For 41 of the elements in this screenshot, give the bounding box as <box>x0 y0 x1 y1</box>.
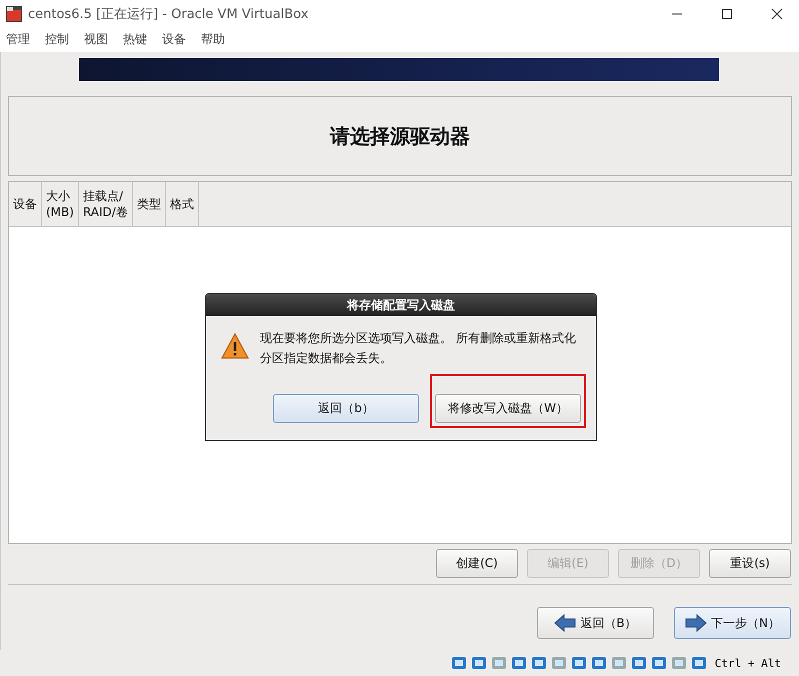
device-icon[interactable] <box>610 655 627 671</box>
back-button[interactable]: 返回（B） <box>537 607 654 639</box>
device-icon[interactable] <box>570 655 587 671</box>
column-header[interactable]: 大小 (MB) <box>42 182 79 226</box>
maximize-icon[interactable] <box>721 8 733 20</box>
host-key: Ctrl + Alt <box>714 656 781 670</box>
menu-item[interactable]: 控制 <box>45 31 69 48</box>
action-button[interactable]: 创建(C) <box>436 549 518 578</box>
menu-item[interactable]: 设备 <box>162 31 186 48</box>
right-arrow-icon <box>685 614 707 632</box>
device-icon[interactable] <box>690 655 707 671</box>
device-icon[interactable] <box>630 655 647 671</box>
dialog-title: 将存储配置写入磁盘 <box>206 294 596 316</box>
warning-icon <box>220 332 250 360</box>
next-button[interactable]: 下一步（N） <box>674 607 791 639</box>
dialog-button[interactable]: 将修改写入磁盘（W） <box>435 394 581 423</box>
menu-item[interactable]: 管理 <box>6 31 30 48</box>
dialog-button[interactable]: 返回（b） <box>273 394 419 423</box>
menu-item[interactable]: 热键 <box>123 31 147 48</box>
column-header[interactable]: 格式 <box>166 182 199 226</box>
app-icon <box>6 6 22 22</box>
close-icon[interactable] <box>771 8 783 20</box>
menu-item[interactable]: 视图 <box>84 31 108 48</box>
action-button[interactable]: 重设(s) <box>709 549 791 578</box>
device-icon[interactable] <box>550 655 567 671</box>
window-title: centos6.5 [正在运行] - Oracle VM VirtualBox <box>28 6 308 22</box>
column-header[interactable]: 设备 <box>9 182 42 226</box>
device-icon[interactable] <box>490 655 507 671</box>
device-icon[interactable] <box>530 655 547 671</box>
column-header[interactable]: 挂载点/ RAID/卷 <box>78 182 133 226</box>
left-arrow-icon <box>554 614 576 632</box>
device-icon[interactable] <box>450 655 467 671</box>
device-icon[interactable] <box>470 655 487 671</box>
column-header[interactable]: 类型 <box>132 182 166 226</box>
dialog-message: 现在要将您所选分区选项写入磁盘。 所有删除或重新格式化分区指定数据都会丢失。 <box>260 330 577 367</box>
device-icon[interactable] <box>670 655 687 671</box>
device-icon[interactable] <box>650 655 667 671</box>
device-icon[interactable] <box>590 655 607 671</box>
device-icon[interactable] <box>510 655 527 671</box>
page-title: 请选择源驱动器 <box>330 122 470 150</box>
menu-item[interactable]: 帮助 <box>201 31 225 48</box>
